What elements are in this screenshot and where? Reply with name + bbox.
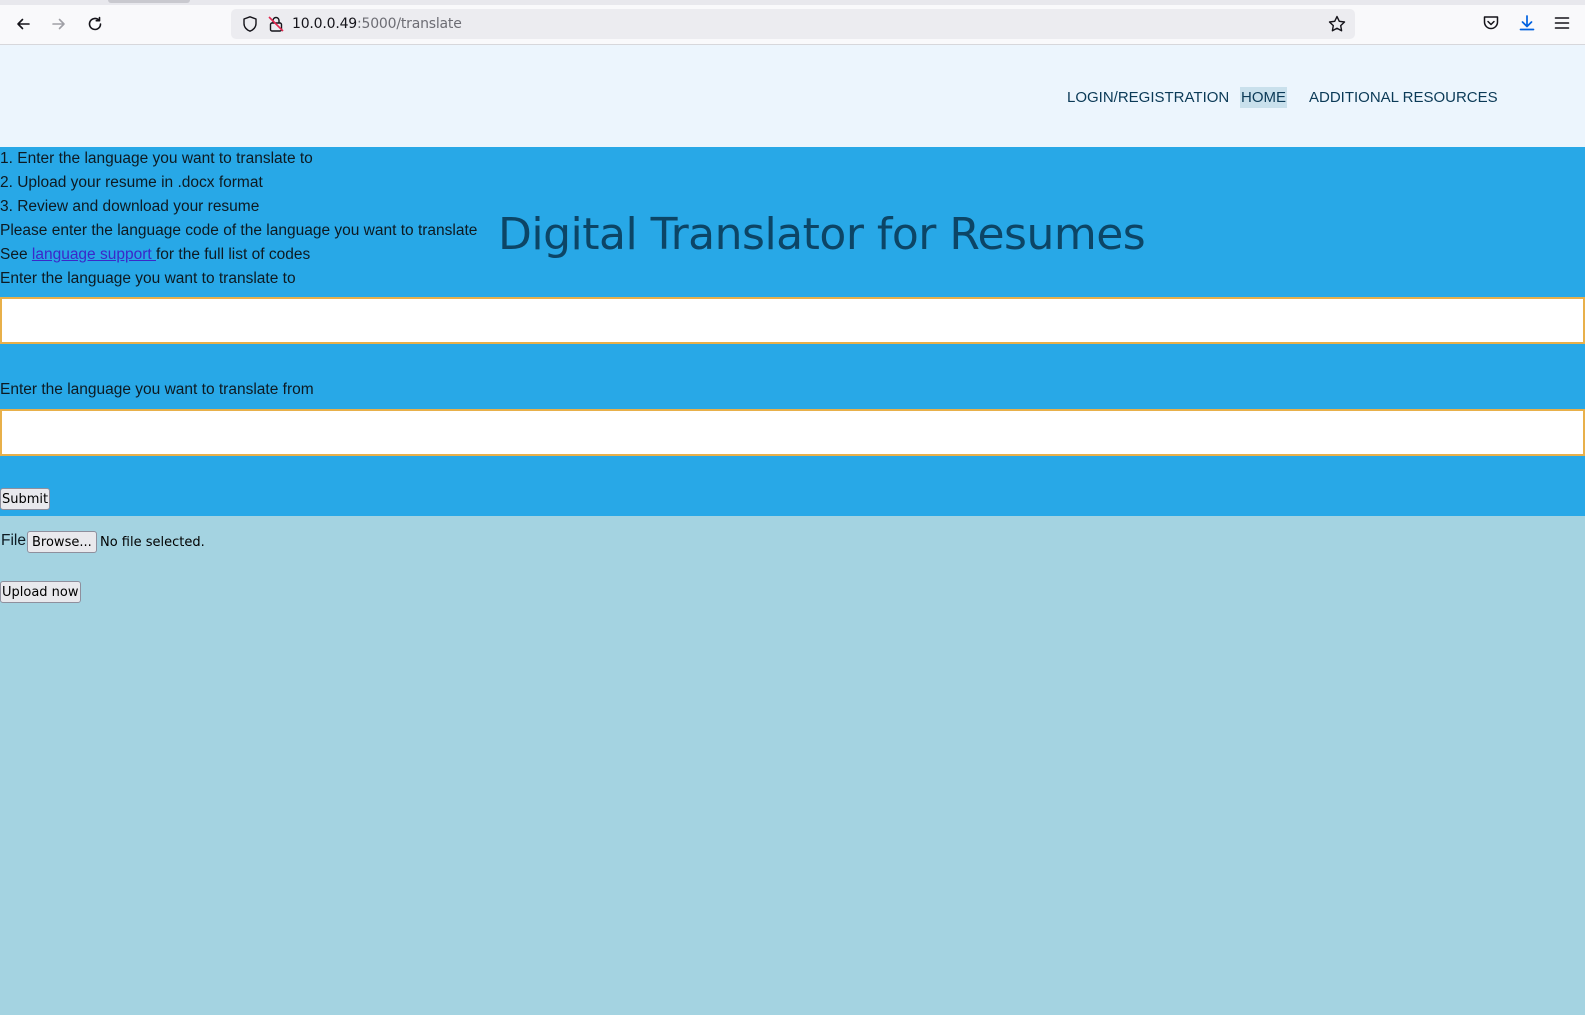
insecure-lock-icon[interactable]	[267, 15, 285, 33]
translate-to-input[interactable]	[0, 297, 1585, 344]
shield-icon[interactable]	[241, 15, 259, 33]
language-code-note: Please enter the language code of the la…	[0, 222, 478, 239]
browse-button[interactable]: Browse...	[27, 531, 97, 553]
upload-now-button[interactable]: Upload now	[0, 581, 81, 603]
nav-login-registration[interactable]: LOGIN/REGISTRATION	[1066, 87, 1230, 108]
address-bar[interactable]: 10.0.0.49:5000/translate	[231, 9, 1355, 39]
url-text[interactable]: 10.0.0.49:5000/translate	[292, 16, 462, 32]
bookmark-star-icon[interactable]	[1327, 14, 1347, 34]
instruction-step-1: 1. Enter the language you want to transl…	[0, 150, 313, 167]
translate-from-input[interactable]	[0, 409, 1585, 456]
menu-icon[interactable]	[1552, 13, 1572, 33]
translate-from-label: Enter the language you want to translate…	[0, 381, 314, 398]
language-support-line: See language support for the full list o…	[0, 246, 310, 264]
language-support-link[interactable]: language support	[32, 246, 156, 263]
browser-toolbar: 10.0.0.49:5000/translate	[0, 0, 1585, 45]
nav-home[interactable]: HOME	[1240, 87, 1287, 108]
pocket-icon[interactable]	[1481, 13, 1501, 33]
site-header: LOGIN/REGISTRATION HOME ADDITIONAL RESOU…	[0, 45, 1585, 147]
active-tab-indicator[interactable]	[108, 0, 190, 3]
translate-to-label: Enter the language you want to translate…	[0, 270, 296, 287]
instruction-step-3: 3. Review and download your resume	[0, 198, 260, 215]
see-prefix: See	[0, 246, 32, 263]
tab-strip	[0, 0, 1585, 5]
page-title: Digital Translator for Resumes	[498, 209, 1146, 260]
file-label: File	[1, 532, 26, 549]
url-host: 10.0.0.49	[292, 16, 357, 32]
back-icon[interactable]	[11, 12, 35, 36]
translate-form-section: 1. Enter the language you want to transl…	[0, 147, 1585, 516]
reload-icon[interactable]	[83, 12, 107, 36]
forward-icon[interactable]	[47, 12, 71, 36]
url-path: :5000/translate	[357, 16, 462, 32]
nav-additional-resources[interactable]: ADDITIONAL RESOURCES	[1308, 87, 1499, 108]
see-suffix: for the full list of codes	[156, 246, 311, 263]
instruction-step-2: 2. Upload your resume in .docx format	[0, 174, 263, 191]
submit-button[interactable]: Submit	[0, 488, 51, 510]
file-status: No file selected.	[100, 535, 205, 550]
download-icon[interactable]	[1517, 13, 1537, 33]
upload-section: File Browse... No file selected. Upload …	[0, 516, 1585, 1015]
